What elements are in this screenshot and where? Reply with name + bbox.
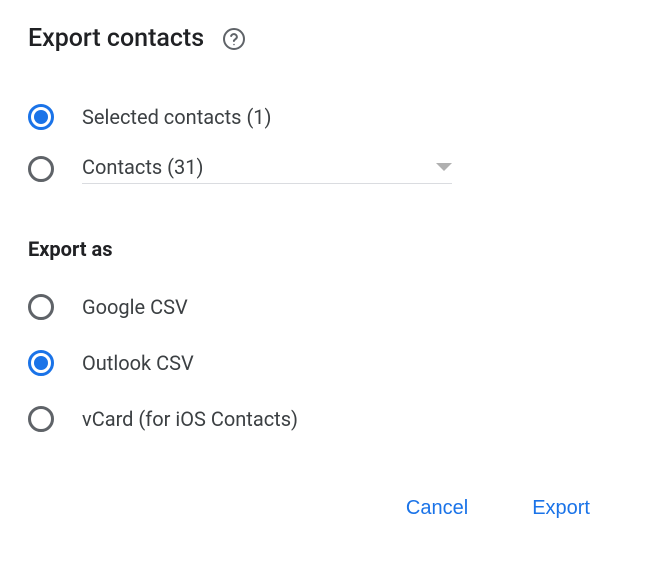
format-option-google-csv[interactable]: Google CSV	[28, 279, 624, 335]
contacts-dropdown[interactable]: Contacts (31)	[82, 155, 452, 184]
scope-option-contacts[interactable]: Contacts (31)	[28, 143, 624, 195]
radio-icon	[28, 406, 54, 432]
export-as-label: Export as	[28, 237, 624, 261]
radio-label: Selected contacts (1)	[82, 105, 272, 129]
format-radio-group: Google CSV Outlook CSV vCard (for iOS Co…	[28, 279, 624, 447]
dialog-actions: Cancel Export	[28, 489, 624, 528]
dialog-title: Export contacts	[28, 24, 204, 53]
dialog-header: Export contacts	[28, 24, 624, 53]
format-option-vcard[interactable]: vCard (for iOS Contacts)	[28, 391, 624, 447]
chevron-down-icon	[436, 163, 452, 171]
cancel-button[interactable]: Cancel	[402, 489, 472, 528]
dropdown-label: Contacts (31)	[82, 155, 203, 179]
help-icon[interactable]	[222, 27, 246, 51]
export-button[interactable]: Export	[528, 489, 594, 528]
radio-icon	[28, 350, 54, 376]
radio-icon	[28, 104, 54, 130]
format-option-outlook-csv[interactable]: Outlook CSV	[28, 335, 624, 391]
radio-label: Google CSV	[82, 295, 188, 319]
radio-icon	[28, 156, 54, 182]
radio-icon	[28, 294, 54, 320]
scope-option-selected-contacts[interactable]: Selected contacts (1)	[28, 91, 624, 143]
scope-radio-group: Selected contacts (1) Contacts (31)	[28, 91, 624, 195]
radio-label: Outlook CSV	[82, 351, 194, 375]
radio-label: vCard (for iOS Contacts)	[82, 407, 298, 431]
